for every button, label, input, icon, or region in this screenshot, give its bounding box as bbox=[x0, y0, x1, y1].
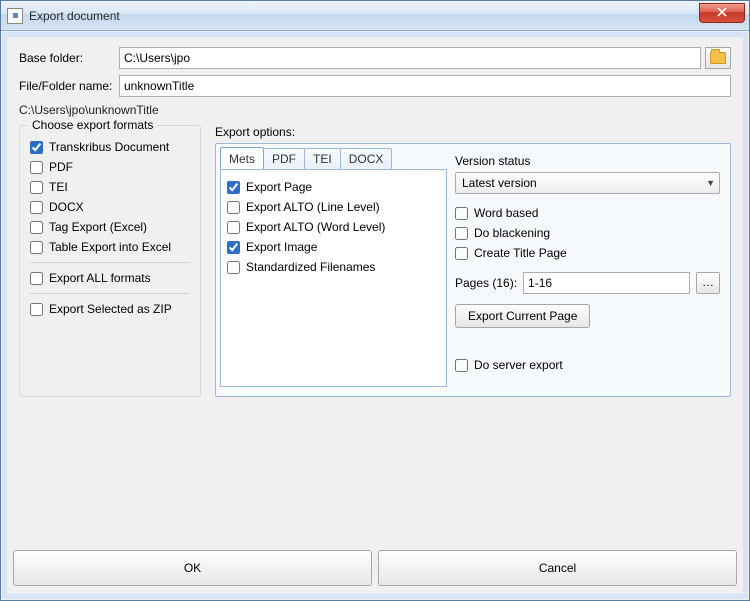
browse-button[interactable] bbox=[705, 47, 731, 69]
format-tei-checkbox[interactable] bbox=[30, 181, 43, 194]
format-transkribus[interactable]: Transkribus Document bbox=[30, 138, 190, 156]
opt-export-alto-word[interactable]: Export ALTO (Word Level) bbox=[227, 218, 440, 236]
export-zip-label: Export Selected as ZIP bbox=[49, 302, 172, 316]
folder-icon bbox=[710, 52, 726, 64]
export-options-label: Export options: bbox=[215, 125, 731, 139]
opt-export-image-checkbox[interactable] bbox=[227, 241, 240, 254]
version-status-combo[interactable]: Latest version ▼ bbox=[455, 172, 720, 194]
version-status-label: Version status bbox=[455, 154, 720, 168]
format-table-export[interactable]: Table Export into Excel bbox=[30, 238, 190, 256]
tab-mets[interactable]: Mets bbox=[220, 147, 264, 169]
format-docx-checkbox[interactable] bbox=[30, 201, 43, 214]
tab-tei[interactable]: TEI bbox=[304, 148, 341, 169]
format-pdf-checkbox[interactable] bbox=[30, 161, 43, 174]
format-label: DOCX bbox=[49, 200, 84, 214]
cancel-label: Cancel bbox=[539, 561, 576, 575]
opt-label: Export ALTO (Line Level) bbox=[246, 200, 380, 214]
opt-export-alto-line-checkbox[interactable] bbox=[227, 201, 240, 214]
file-folder-label: File/Folder name: bbox=[19, 79, 119, 93]
divider bbox=[30, 262, 190, 263]
tab-docx[interactable]: DOCX bbox=[340, 148, 393, 169]
opt-label: Export Image bbox=[246, 240, 317, 254]
export-current-page-button[interactable]: Export Current Page bbox=[455, 304, 590, 328]
formats-group-title: Choose export formats bbox=[28, 118, 157, 132]
tab-strip: Mets PDF TEI DOCX bbox=[216, 144, 451, 169]
opt-label: Standardized Filenames bbox=[246, 260, 375, 274]
formats-group: Choose export formats Transkribus Docume… bbox=[19, 125, 201, 397]
client-area: Base folder: File/Folder name: C:\Users\… bbox=[2, 32, 748, 599]
opt-label: Word based bbox=[474, 206, 538, 220]
format-label: Table Export into Excel bbox=[49, 240, 171, 254]
opt-export-alto-line[interactable]: Export ALTO (Line Level) bbox=[227, 198, 440, 216]
opt-standardized-filenames-checkbox[interactable] bbox=[227, 261, 240, 274]
opt-word-based-checkbox[interactable] bbox=[455, 207, 468, 220]
format-transkribus-checkbox[interactable] bbox=[30, 141, 43, 154]
format-docx[interactable]: DOCX bbox=[30, 198, 190, 216]
opt-title-page[interactable]: Create Title Page bbox=[455, 244, 720, 262]
titlebar: Export document bbox=[1, 1, 749, 31]
opt-export-page-checkbox[interactable] bbox=[227, 181, 240, 194]
export-selected-zip[interactable]: Export Selected as ZIP bbox=[30, 300, 190, 318]
format-label: Transkribus Document bbox=[49, 140, 169, 154]
export-dialog: Export document Base folder: File/Folder… bbox=[0, 0, 750, 601]
ok-button[interactable]: OK bbox=[13, 550, 372, 586]
base-folder-label: Base folder: bbox=[19, 51, 119, 65]
format-label: Tag Export (Excel) bbox=[49, 220, 147, 234]
tab-body-mets: Export Page Export ALTO (Line Level) Exp… bbox=[220, 169, 447, 387]
opt-label: Export ALTO (Word Level) bbox=[246, 220, 385, 234]
divider bbox=[30, 293, 190, 294]
opt-export-image[interactable]: Export Image bbox=[227, 238, 440, 256]
close-icon bbox=[717, 7, 727, 17]
opt-server-export[interactable]: Do server export bbox=[455, 356, 720, 374]
opt-label: Do server export bbox=[474, 358, 563, 372]
app-icon bbox=[7, 8, 23, 24]
opt-export-alto-word-checkbox[interactable] bbox=[227, 221, 240, 234]
opt-export-page[interactable]: Export Page bbox=[227, 178, 440, 196]
cancel-button[interactable]: Cancel bbox=[378, 550, 737, 586]
pages-input[interactable] bbox=[523, 272, 690, 294]
format-pdf[interactable]: PDF bbox=[30, 158, 190, 176]
format-table-export-checkbox[interactable] bbox=[30, 241, 43, 254]
format-label: TEI bbox=[49, 180, 68, 194]
opt-word-based[interactable]: Word based bbox=[455, 204, 720, 222]
file-folder-input[interactable] bbox=[119, 75, 731, 97]
opt-label: Export Page bbox=[246, 180, 312, 194]
ok-label: OK bbox=[184, 561, 201, 575]
base-folder-input[interactable] bbox=[119, 47, 701, 69]
format-tag-export[interactable]: Tag Export (Excel) bbox=[30, 218, 190, 236]
opt-label: Create Title Page bbox=[474, 246, 567, 260]
pages-browse-button[interactable]: … bbox=[696, 272, 720, 294]
options-box: Mets PDF TEI DOCX Export Page bbox=[215, 143, 731, 397]
export-all-label: Export ALL formats bbox=[49, 271, 151, 285]
format-tei[interactable]: TEI bbox=[30, 178, 190, 196]
export-zip-checkbox[interactable] bbox=[30, 303, 43, 316]
opt-blackening-checkbox[interactable] bbox=[455, 227, 468, 240]
close-button[interactable] bbox=[699, 3, 745, 23]
tab-pdf[interactable]: PDF bbox=[263, 148, 305, 169]
export-all-formats[interactable]: Export ALL formats bbox=[30, 269, 190, 287]
button-bar: OK Cancel bbox=[7, 542, 743, 594]
full-path-display: C:\Users\jpo\unknownTitle bbox=[19, 103, 731, 117]
opt-standardized-filenames[interactable]: Standardized Filenames bbox=[227, 258, 440, 276]
chevron-down-icon: ▼ bbox=[706, 178, 715, 188]
version-status-selected: Latest version bbox=[462, 176, 537, 190]
window-title: Export document bbox=[29, 9, 120, 23]
pages-label: Pages (16): bbox=[455, 276, 517, 290]
opt-title-page-checkbox[interactable] bbox=[455, 247, 468, 260]
opt-label: Do blackening bbox=[474, 226, 550, 240]
export-all-checkbox[interactable] bbox=[30, 272, 43, 285]
opt-server-export-checkbox[interactable] bbox=[455, 359, 468, 372]
format-label: PDF bbox=[49, 160, 73, 174]
format-tag-export-checkbox[interactable] bbox=[30, 221, 43, 234]
opt-blackening[interactable]: Do blackening bbox=[455, 224, 720, 242]
